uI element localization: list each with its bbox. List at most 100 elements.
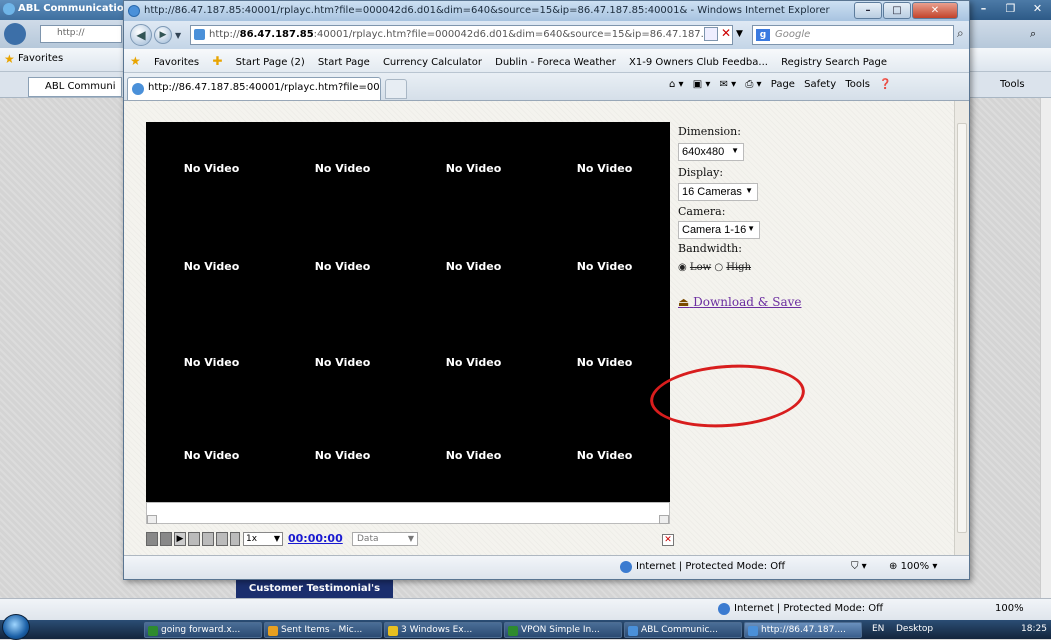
taskbar-item[interactable]: Sent Items - Mic... bbox=[264, 622, 382, 638]
zoom-control[interactable]: ⊕ 100% ▾ bbox=[889, 561, 937, 572]
vertical-scrollbar[interactable] bbox=[954, 101, 969, 555]
rewind-button[interactable] bbox=[146, 532, 158, 546]
window-title-bar[interactable]: http://86.47.187.85:40001/rplayc.htm?fil… bbox=[124, 1, 969, 21]
close-button[interactable]: ✕ bbox=[1024, 0, 1051, 20]
taskbar-item[interactable]: 3 Windows Ex... bbox=[384, 622, 502, 638]
feeds-icon[interactable]: ▣ ▾ bbox=[693, 79, 711, 90]
video-cell[interactable]: No Video bbox=[146, 449, 277, 462]
minimize-button[interactable]: – bbox=[970, 0, 997, 20]
video-cell[interactable]: No Video bbox=[408, 162, 539, 175]
shield-icon[interactable]: ⛉ ▾ bbox=[851, 561, 867, 572]
ie-icon bbox=[748, 626, 758, 636]
background-address-bar[interactable]: http:// bbox=[40, 25, 122, 43]
video-cell[interactable]: No Video bbox=[408, 356, 539, 369]
clock[interactable]: 18:25 bbox=[1021, 624, 1047, 634]
favorite-link[interactable]: Currency Calculator bbox=[383, 57, 482, 68]
desktop-toolbar[interactable]: Desktop bbox=[896, 624, 933, 634]
print-icon[interactable]: ⎙ ▾ bbox=[745, 79, 761, 90]
time-display[interactable]: 00:00:00 bbox=[288, 532, 343, 545]
video-cell[interactable]: No Video bbox=[539, 356, 670, 369]
taskbar-item[interactable]: going forward.x... bbox=[144, 622, 262, 638]
language-indicator[interactable]: EN bbox=[872, 624, 884, 634]
fast-forward-button[interactable] bbox=[230, 532, 240, 546]
maximize-button[interactable]: ❐ bbox=[997, 0, 1024, 20]
customer-testimonials-banner[interactable]: Customer Testimonial's bbox=[236, 580, 393, 598]
taskbar-item[interactable]: ABL Communic... bbox=[624, 622, 742, 638]
dimension-select[interactable]: 640x480 ▼ bbox=[678, 143, 744, 161]
tools-menu[interactable]: Tools bbox=[1000, 79, 1025, 90]
camera-select[interactable]: Camera 1-16 ▼ bbox=[678, 221, 760, 239]
display-label: Display: bbox=[678, 166, 724, 179]
page-icon bbox=[194, 29, 205, 40]
play-icon[interactable]: ▶ bbox=[174, 532, 186, 546]
search-icon[interactable]: ⌕ bbox=[1030, 27, 1036, 41]
mail-icon[interactable]: ✉ ▾ bbox=[720, 79, 737, 90]
scrollbar-thumb[interactable] bbox=[957, 123, 967, 533]
video-cell[interactable]: No Video bbox=[277, 449, 408, 462]
video-cell[interactable]: No Video bbox=[146, 356, 277, 369]
background-scrollbar[interactable] bbox=[1040, 98, 1051, 598]
minimize-button[interactable]: – bbox=[854, 2, 882, 19]
background-tab[interactable]: ABL Communi bbox=[28, 77, 122, 97]
address-bar[interactable]: http://86.47.187.85:40001/rplayc.htm?fil… bbox=[190, 25, 733, 45]
home-icon[interactable]: ⌂ ▾ bbox=[669, 79, 684, 90]
data-select[interactable]: Data ▼ bbox=[352, 532, 418, 546]
favorite-link[interactable]: Start Page (2) bbox=[236, 57, 305, 68]
history-dropdown-icon[interactable]: ▼ bbox=[175, 31, 181, 40]
security-zone[interactable]: Internet | Protected Mode: Off bbox=[636, 561, 785, 572]
active-tab[interactable]: http://86.47.187.85:40001/rplayc.htm?fil… bbox=[127, 77, 381, 100]
taskbar-item[interactable]: VPON Simple In... bbox=[504, 622, 622, 638]
back-button[interactable] bbox=[4, 23, 26, 45]
stop-button[interactable] bbox=[188, 532, 200, 546]
zoom-control[interactable]: 100% bbox=[995, 603, 1024, 614]
video-cell[interactable]: No Video bbox=[146, 260, 277, 273]
video-cell[interactable]: No Video bbox=[146, 162, 277, 175]
video-cell[interactable]: No Video bbox=[277, 260, 408, 273]
favorite-link[interactable]: X1-9 Owners Club Feedba... bbox=[629, 57, 768, 68]
start-button[interactable] bbox=[2, 614, 30, 640]
video-cell[interactable]: No Video bbox=[277, 162, 408, 175]
tools-menu[interactable]: Tools bbox=[845, 79, 870, 90]
video-cell[interactable]: No Video bbox=[277, 356, 408, 369]
address-dropdown-icon[interactable]: ▼ bbox=[736, 29, 743, 39]
help-icon[interactable]: ❓ bbox=[879, 79, 891, 90]
pause-button[interactable] bbox=[202, 532, 214, 546]
video-grid: No Video No Video No Video No Video No V… bbox=[146, 122, 670, 502]
display-select[interactable]: 16 Cameras ▼ bbox=[678, 183, 758, 201]
step-back-button[interactable] bbox=[160, 532, 172, 546]
video-cell[interactable]: No Video bbox=[539, 449, 670, 462]
search-icon[interactable]: ⌕ bbox=[957, 26, 964, 41]
timeline-start-marker[interactable] bbox=[147, 515, 157, 524]
forward-button[interactable]: ▶ bbox=[154, 26, 172, 44]
ie-icon bbox=[132, 83, 144, 95]
timeline-bar[interactable] bbox=[146, 502, 670, 524]
back-button[interactable]: ◀ bbox=[130, 24, 152, 46]
add-favorite-icon[interactable]: ✚ bbox=[212, 54, 222, 68]
favorites-button[interactable]: Favorites bbox=[154, 57, 199, 68]
page-menu[interactable]: Page bbox=[771, 79, 795, 90]
video-cell[interactable]: No Video bbox=[539, 162, 670, 175]
bandwidth-high-radio[interactable]: ○ bbox=[714, 262, 723, 273]
video-cell[interactable]: No Video bbox=[408, 449, 539, 462]
speed-select[interactable]: 1x ▼ bbox=[243, 532, 283, 546]
new-tab-button[interactable] bbox=[385, 79, 407, 99]
video-cell[interactable]: No Video bbox=[408, 260, 539, 273]
download-save-link[interactable]: ⏏ Download & Save bbox=[678, 295, 801, 309]
video-cell[interactable]: No Video bbox=[539, 260, 670, 273]
favorite-link[interactable]: Registry Search Page bbox=[781, 57, 887, 68]
taskbar-item-active[interactable]: http://86.47.187.... bbox=[744, 622, 862, 638]
step-forward-button[interactable] bbox=[216, 532, 228, 546]
favorite-link[interactable]: Dublin - Foreca Weather bbox=[495, 57, 616, 68]
bandwidth-low-radio[interactable]: ◉ bbox=[678, 262, 687, 273]
stop-icon[interactable]: ✕ bbox=[721, 26, 731, 40]
favorite-link[interactable]: Start Page bbox=[318, 57, 370, 68]
compatibility-icon[interactable] bbox=[704, 27, 718, 41]
close-button[interactable]: ✕ bbox=[912, 2, 958, 19]
search-input[interactable]: g Google bbox=[752, 25, 954, 45]
favorites-button[interactable]: Favorites bbox=[18, 53, 63, 64]
safety-menu[interactable]: Safety bbox=[804, 79, 836, 90]
globe-icon bbox=[620, 561, 632, 573]
timeline-end-marker[interactable] bbox=[659, 515, 669, 524]
close-player-icon[interactable]: ✕ bbox=[662, 534, 674, 546]
maximize-button[interactable]: □ bbox=[883, 2, 911, 19]
